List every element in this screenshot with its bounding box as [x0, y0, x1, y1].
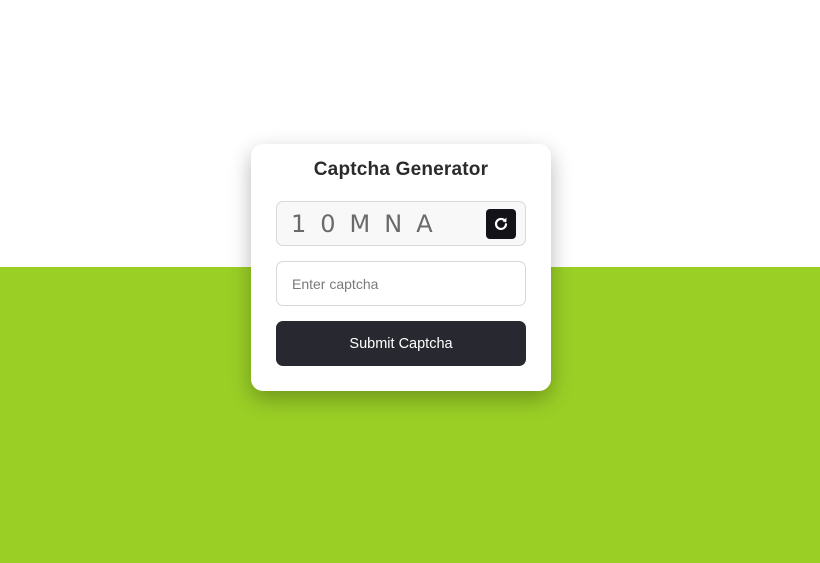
captcha-card: Captcha Generator 10MNA Submit Captcha — [251, 144, 551, 391]
page: Captcha Generator 10MNA Submit Captcha — [0, 0, 820, 563]
captcha-display: 10MNA — [276, 201, 526, 246]
captcha-code: 10MNA — [291, 210, 447, 238]
refresh-captcha-button[interactable] — [486, 209, 516, 239]
captcha-input[interactable] — [276, 261, 526, 306]
submit-captcha-button[interactable]: Submit Captcha — [276, 321, 526, 366]
card-title: Captcha Generator — [313, 159, 489, 180]
refresh-icon — [494, 217, 508, 230]
